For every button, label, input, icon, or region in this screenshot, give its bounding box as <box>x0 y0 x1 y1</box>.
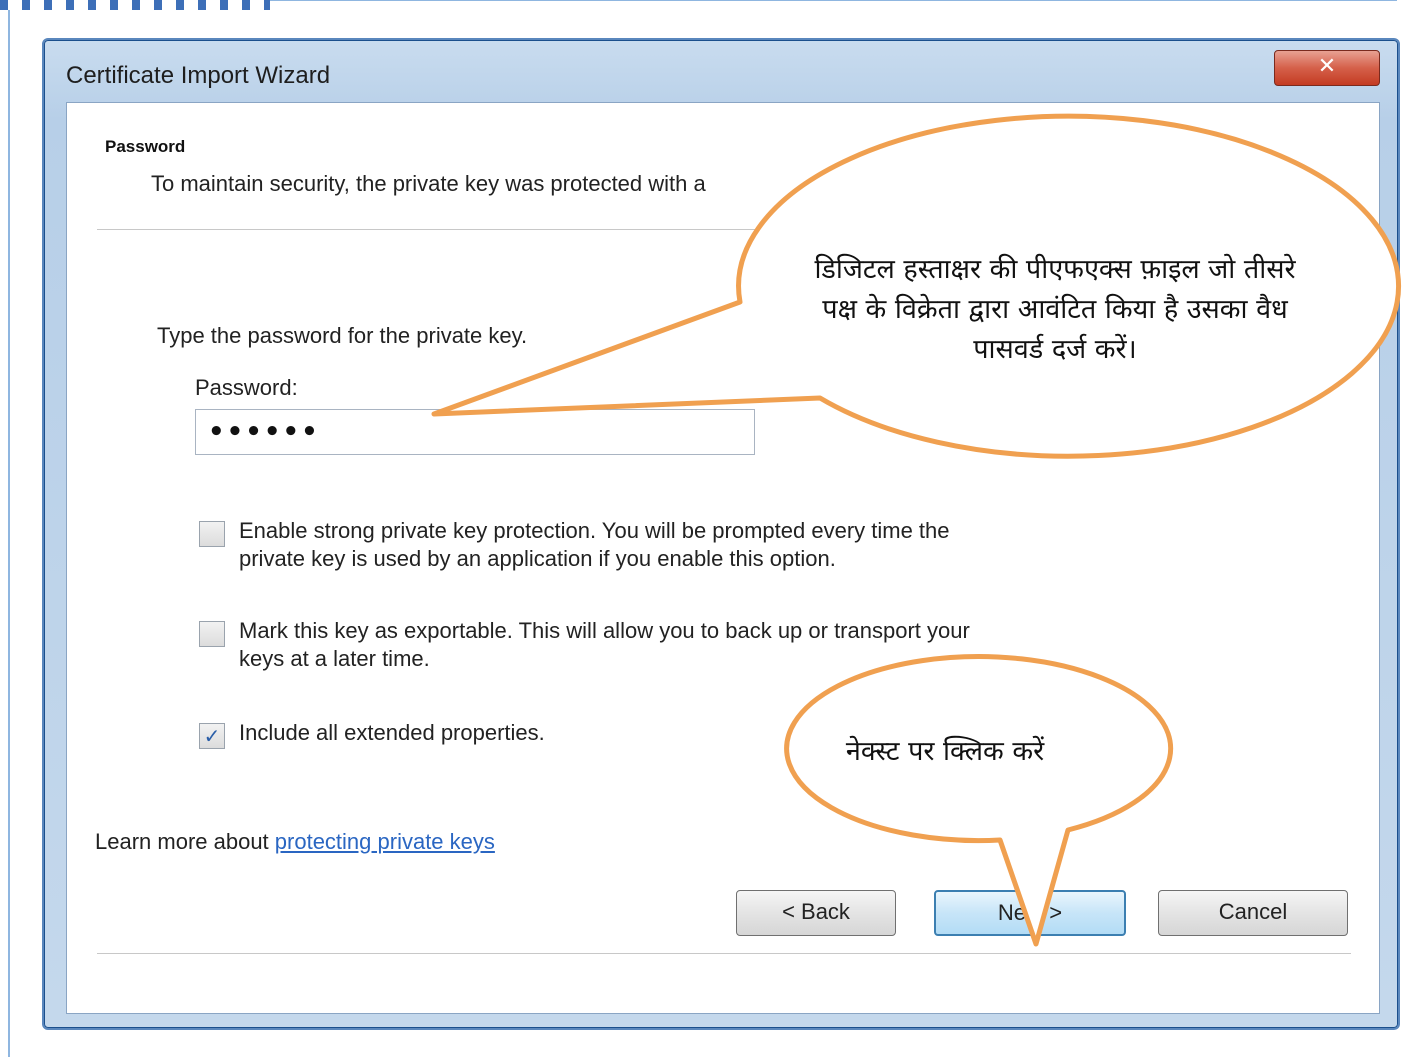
password-callout-text: डिजिटल हस्ताक्षर की पीएफएक्स फ़ाइल जो ती… <box>814 254 1296 365</box>
callout-layer <box>431 113 1402 947</box>
next-callout-shape <box>784 654 1174 947</box>
next-callout-text: नेक्स्ट पर क्लिक करें <box>845 736 1045 767</box>
